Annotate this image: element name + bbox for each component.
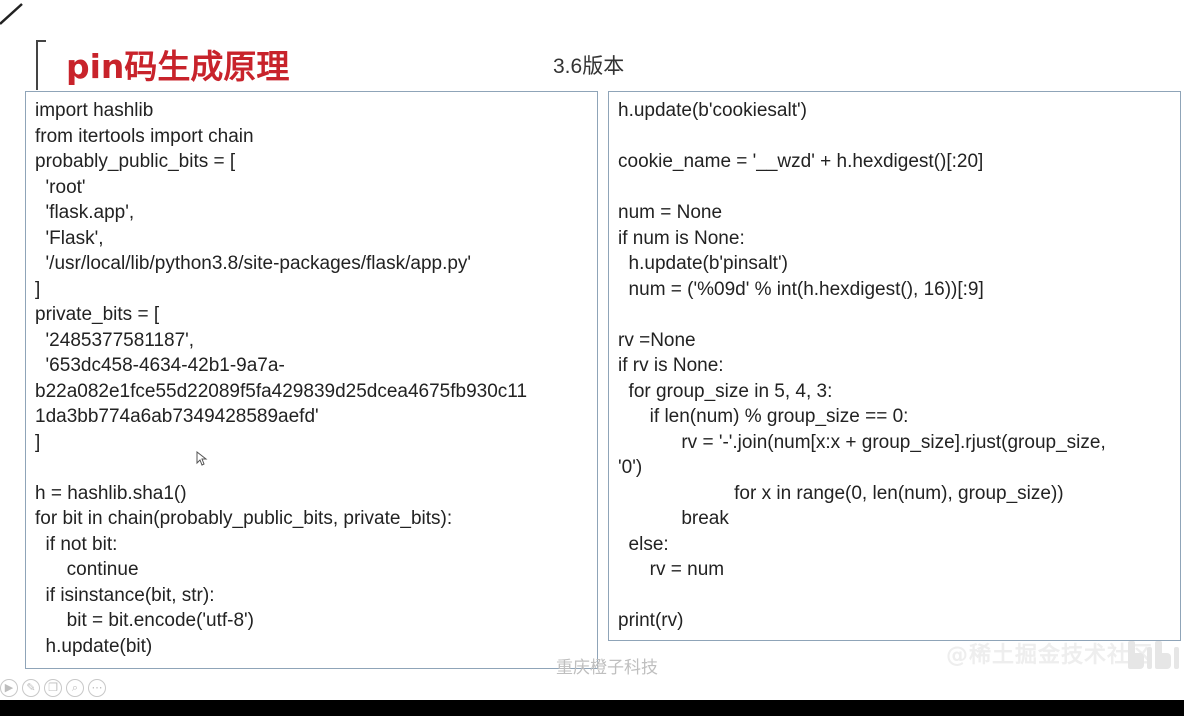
code-line: b22a082e1fce55d22089f5fa429839d25dcea467… (35, 380, 528, 402)
code-line: '653dc458-4634-42b1-9a7a- (35, 355, 285, 376)
code-line: for group_size in 5, 4, 3: (618, 380, 833, 402)
code-line: if not bit: (35, 533, 118, 555)
code-line: h.update(bit) (35, 635, 153, 657)
code-line: rv = '-'.join(num[x:x + group_size].rjus… (618, 431, 1106, 453)
code-line: h = hashlib.sha1() (35, 482, 187, 504)
code-line: 'Flask', (35, 227, 104, 249)
code-line: '/usr/local/lib/python3.8/site-packages/… (35, 253, 472, 274)
code-line: import hashlib (35, 100, 154, 121)
code-line: bit = bit.encode('utf-8') (35, 610, 255, 631)
left-code-panel: import hashlib from itertools import chai… (25, 91, 598, 669)
code-line: for x in range(0, len(num), group_size)) (618, 482, 1064, 504)
bilibili-logo-icon (1128, 641, 1179, 669)
code-line: if len(num) % group_size == 0: (618, 406, 909, 427)
play-icon[interactable]: ▶ (0, 679, 18, 697)
more-icon[interactable]: ⋯ (88, 679, 106, 697)
slide-title: pin码生成原理 (66, 47, 290, 86)
code-line: private_bits = [ (35, 304, 160, 325)
code-line: '0') (618, 457, 643, 478)
code-line: if isinstance(bit, str): (35, 584, 215, 606)
code-line: 'root' (35, 176, 86, 198)
code-line: ] (35, 278, 41, 300)
right-code-panel: h.update(b'cookiesalt') cookie_name = '__… (608, 91, 1181, 641)
version-label: 3.6版本 (553, 55, 625, 78)
code-line: continue (35, 559, 139, 580)
mouse-cursor-icon (196, 451, 208, 466)
code-line: num = ('%09d' % int(h.hexdigest(), 16))[… (618, 278, 984, 300)
pen-icon[interactable]: ✎ (22, 679, 40, 697)
watermark-right: @稀土掘金技术社区 (946, 643, 1154, 668)
copy-icon[interactable]: ❐ (44, 679, 62, 697)
code-line: probably_public_bits = [ (35, 151, 236, 172)
zoom-icon[interactable]: ⌕ (66, 679, 84, 697)
code-line: for bit in chain(probably_public_bits, p… (35, 508, 453, 529)
presentation-toolbar: ▶ ✎ ❐ ⌕ ⋯ (0, 679, 106, 699)
bottom-black-bar (0, 700, 1184, 716)
code-line: 1da3bb774a6ab7349428589aefd' (35, 406, 319, 427)
code-line: h.update(b'cookiesalt') (618, 100, 807, 121)
code-line: break (618, 508, 729, 529)
code-line: rv = num (618, 559, 725, 580)
code-line: if num is None: (618, 227, 745, 249)
code-line: 'flask.app', (35, 202, 135, 223)
code-line: print(rv) (618, 610, 684, 631)
code-line: h.update(b'pinsalt') (618, 253, 788, 274)
code-line: else: (618, 533, 669, 555)
code-line: cookie_name = '__wzd' + h.hexdigest()[:2… (618, 151, 984, 172)
code-line: rv =None (618, 329, 696, 351)
code-line: '2485377581187', (35, 329, 195, 351)
code-line: ] (35, 431, 41, 453)
pen-stroke-mark (0, 3, 23, 25)
code-line: from itertools import chain (35, 125, 254, 147)
code-line: num = None (618, 202, 723, 223)
watermark-center: 重庆橙子科技 (556, 658, 658, 678)
code-line: if rv is None: (618, 355, 724, 376)
title-bracket (36, 40, 46, 90)
